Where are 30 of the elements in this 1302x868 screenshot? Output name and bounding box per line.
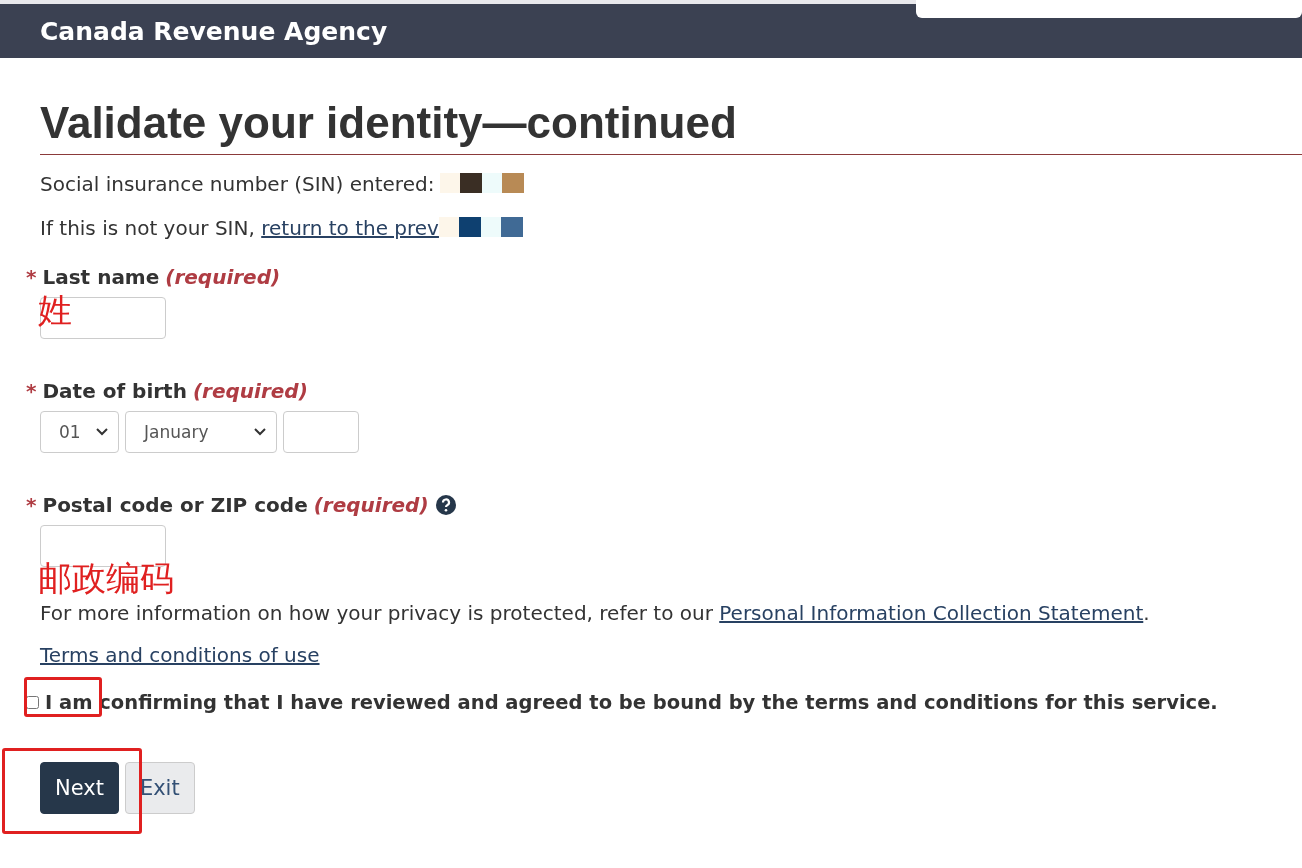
field-label: Postal code or ZIP code — [42, 493, 308, 517]
privacy-text: For more information on how your privacy is protected, refer to our Personal Information Collection Statement. — [40, 601, 1151, 625]
return-link[interactable]: return to the prev — [261, 216, 439, 240]
required-note: (required) — [313, 493, 429, 517]
field-label: Last name — [42, 265, 160, 289]
chevron-down-icon — [96, 428, 108, 436]
privacy-statement-link[interactable]: Personal Information Collection Statement — [719, 601, 1144, 625]
sin-note: If this is not your SIN, — [40, 216, 256, 240]
required-asterisk: * — [26, 379, 37, 403]
required-asterisk: * — [26, 493, 37, 517]
sin-label: Social insurance number (SIN) entered: — [40, 172, 435, 196]
annotation-text: 姓 — [38, 293, 72, 327]
day-select[interactable]: 01 — [40, 411, 119, 453]
required-note: (required) — [192, 379, 308, 403]
agency-name: Canada Revenue Agency — [40, 16, 388, 46]
terms-link[interactable]: Terms and conditions of use — [40, 643, 320, 667]
chevron-down-icon — [254, 428, 266, 436]
annotation-text: 邮政编码 — [38, 561, 174, 595]
year-input-field[interactable] — [283, 411, 359, 453]
help-icon[interactable] — [434, 494, 457, 516]
agreement-checkbox[interactable] — [26, 696, 39, 709]
exit-button[interactable]: Exit — [124, 762, 195, 814]
month-select[interactable]: January — [125, 411, 277, 453]
agreement-label: I am confirming that I have reviewed and agreed to be bound by the terms and conditions for this service. — [45, 691, 1218, 714]
next-button[interactable]: Next — [40, 762, 119, 814]
field-label: Date of birth — [42, 379, 187, 403]
required-note: (required) — [165, 265, 281, 289]
required-asterisk: * — [26, 265, 37, 289]
text-input-field[interactable] — [40, 297, 166, 339]
page-heading: Validate your identity—continued — [40, 98, 1302, 155]
